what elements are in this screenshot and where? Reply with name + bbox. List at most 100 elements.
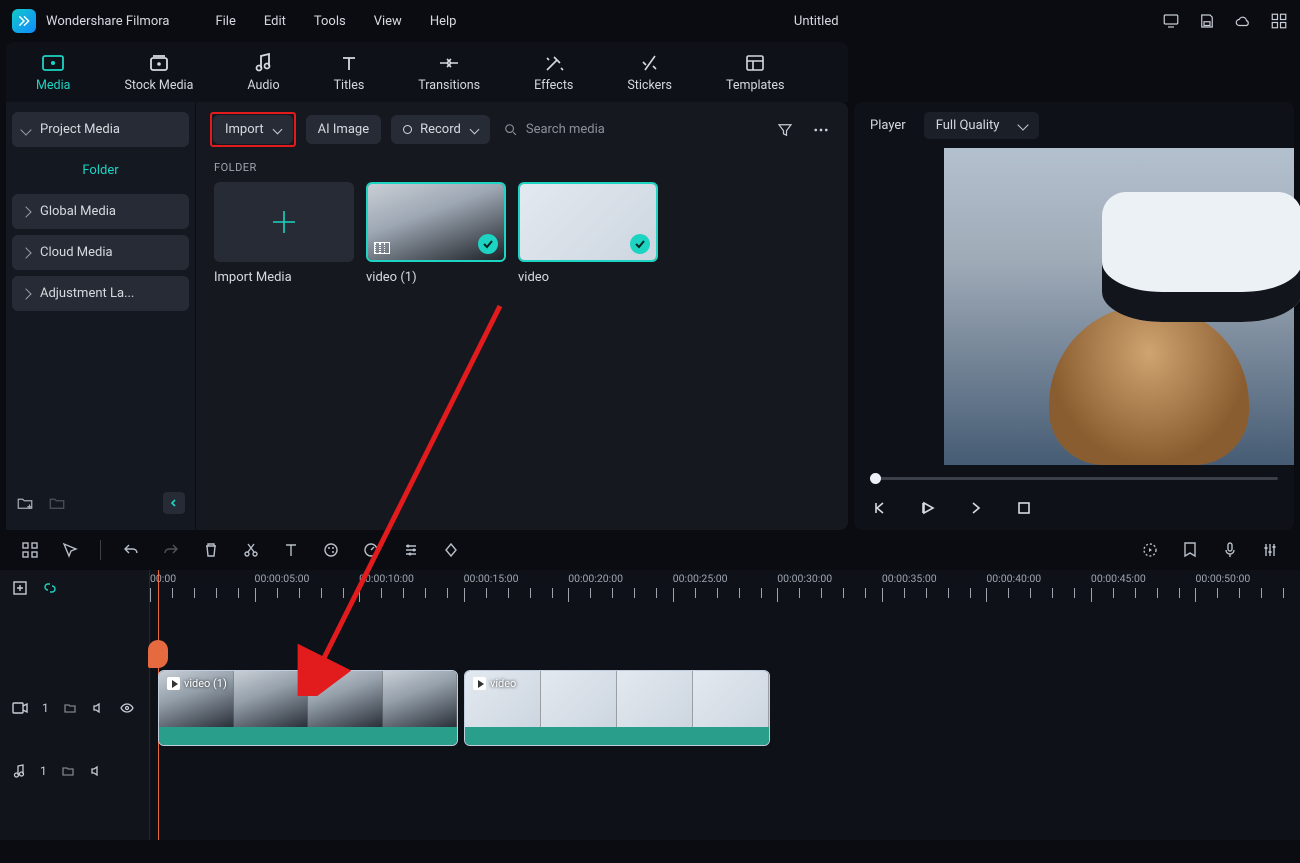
video-track-icon [12, 701, 28, 715]
new-folder-icon[interactable] [16, 494, 34, 512]
text-icon[interactable] [281, 540, 301, 560]
preview-video[interactable] [944, 148, 1294, 465]
menu-tools[interactable]: Tools [300, 10, 360, 33]
ribbon-effects[interactable]: Effects [528, 48, 579, 97]
menu-file[interactable]: File [201, 10, 249, 33]
undo-icon[interactable] [121, 540, 141, 560]
mute-icon[interactable] [89, 764, 103, 778]
timeline-clip-1[interactable]: video (1) [158, 670, 458, 746]
stock-media-icon [146, 52, 172, 74]
menu-view[interactable]: View [360, 10, 416, 33]
marker-icon[interactable] [1180, 540, 1200, 560]
media-card-video2[interactable]: video [518, 182, 658, 285]
mute-icon[interactable] [91, 701, 105, 715]
render-icon[interactable] [1140, 540, 1160, 560]
ribbon-stickers-label: Stickers [627, 78, 672, 93]
sidebar-adjustment-layer[interactable]: Adjustment La... [12, 276, 189, 311]
ribbon-templates[interactable]: Templates [720, 48, 790, 97]
monitor-icon[interactable] [1162, 12, 1180, 30]
import-highlight-annotation: Import [210, 112, 296, 147]
preview-seekbar[interactable] [854, 465, 1294, 492]
menu-edit[interactable]: Edit [250, 10, 300, 33]
seek-thumb[interactable] [870, 473, 881, 484]
color-icon[interactable] [321, 540, 341, 560]
next-frame-button[interactable] [966, 498, 986, 518]
prev-frame-button[interactable] [870, 498, 890, 518]
play-button[interactable] [918, 498, 938, 518]
player-label: Player [870, 118, 906, 133]
timeline-ruler[interactable]: 00:00 00:00:05:00 00:00:10:00 00:00:15:0… [150, 570, 1300, 606]
ribbon-audio[interactable]: Audio [241, 48, 285, 97]
record-button[interactable]: Record [391, 115, 490, 144]
ribbon-media[interactable]: Media [30, 48, 76, 97]
speed-icon[interactable] [361, 540, 381, 560]
timeline-clip-2[interactable]: video [464, 670, 770, 746]
stickers-icon [637, 52, 663, 74]
tl-grid-icon[interactable] [20, 540, 40, 560]
timecode-7: 00:00:35:00 [882, 572, 937, 585]
templates-icon [742, 52, 768, 74]
timecode-0: 00:00 [150, 572, 176, 585]
transport-controls [854, 492, 1294, 530]
link-icon[interactable] [42, 580, 58, 596]
timeline[interactable]: 1 1 00:00 00:00:05:00 00:00:10:00 00:00:… [0, 570, 1300, 840]
media-thumb-video2[interactable] [518, 182, 658, 262]
delete-folder-icon[interactable] [48, 494, 66, 512]
stop-button[interactable] [1014, 498, 1034, 518]
track-folder-icon[interactable] [61, 764, 75, 778]
ribbon-titles[interactable]: Titles [328, 48, 371, 97]
titlebar: Wondershare Filmora File Edit Tools View… [0, 0, 1300, 42]
check-icon [478, 234, 498, 254]
folder-section-header: FOLDER [196, 157, 848, 182]
app-logo [12, 9, 36, 33]
voiceover-icon[interactable] [1220, 540, 1240, 560]
search-media[interactable]: Search media [500, 122, 613, 137]
ribbon-media-label: Media [36, 78, 70, 93]
cloud-icon[interactable] [1234, 12, 1252, 30]
quality-dropdown[interactable]: Full Quality [924, 112, 1040, 139]
sidebar-folder-label[interactable]: Folder [12, 153, 189, 188]
ribbon-stock-label: Stock Media [124, 78, 193, 93]
delete-icon[interactable] [201, 540, 221, 560]
clip-1-label: video (1) [184, 677, 227, 690]
record-icon [403, 125, 412, 134]
sidebar-project-media[interactable]: Project Media [12, 112, 189, 147]
keyframe-icon[interactable] [441, 540, 461, 560]
filter-icon[interactable] [772, 117, 798, 143]
sidebar-cloud-media[interactable]: Cloud Media [12, 235, 189, 270]
redo-icon[interactable] [161, 540, 181, 560]
save-icon[interactable] [1198, 12, 1216, 30]
effects-icon [541, 52, 567, 74]
add-track-icon[interactable] [12, 580, 28, 596]
sidebar-global-media[interactable]: Global Media [12, 194, 189, 229]
media-caption-video1: video (1) [366, 270, 506, 285]
media-thumb-video1[interactable] [366, 182, 506, 262]
adjust-icon[interactable] [401, 540, 421, 560]
more-icon[interactable] [808, 117, 834, 143]
layout-icon[interactable] [1270, 12, 1288, 30]
ribbon-stickers[interactable]: Stickers [621, 48, 678, 97]
collapse-sidebar-button[interactable] [163, 492, 185, 514]
mixer-icon[interactable] [1260, 540, 1280, 560]
split-icon[interactable] [241, 540, 261, 560]
track-folder-icon[interactable] [63, 701, 77, 715]
import-button[interactable]: Import [213, 115, 293, 144]
ribbon-audio-label: Audio [247, 78, 279, 93]
chevron-right-icon [20, 206, 31, 217]
chevron-down-icon [272, 125, 282, 135]
ribbon-stock-media[interactable]: Stock Media [118, 48, 199, 97]
timeline-toolbar [0, 530, 1300, 570]
quality-label: Full Quality [936, 118, 1000, 133]
tl-select-icon[interactable] [60, 540, 80, 560]
ribbon-transitions[interactable]: Transitions [412, 48, 486, 97]
media-panel: Import AI Image Record Search media FOLD… [196, 102, 848, 530]
eye-icon[interactable] [119, 701, 135, 715]
media-grid: Import Media video (1) video [196, 182, 848, 285]
menu-help[interactable]: Help [416, 10, 471, 33]
ai-image-button[interactable]: AI Image [306, 115, 381, 144]
import-media-thumb[interactable] [214, 182, 354, 262]
import-media-card[interactable]: Import Media [214, 182, 354, 285]
adjustment-layer-label: Adjustment La... [40, 286, 134, 301]
import-media-caption: Import Media [214, 270, 354, 285]
media-card-video1[interactable]: video (1) [366, 182, 506, 285]
